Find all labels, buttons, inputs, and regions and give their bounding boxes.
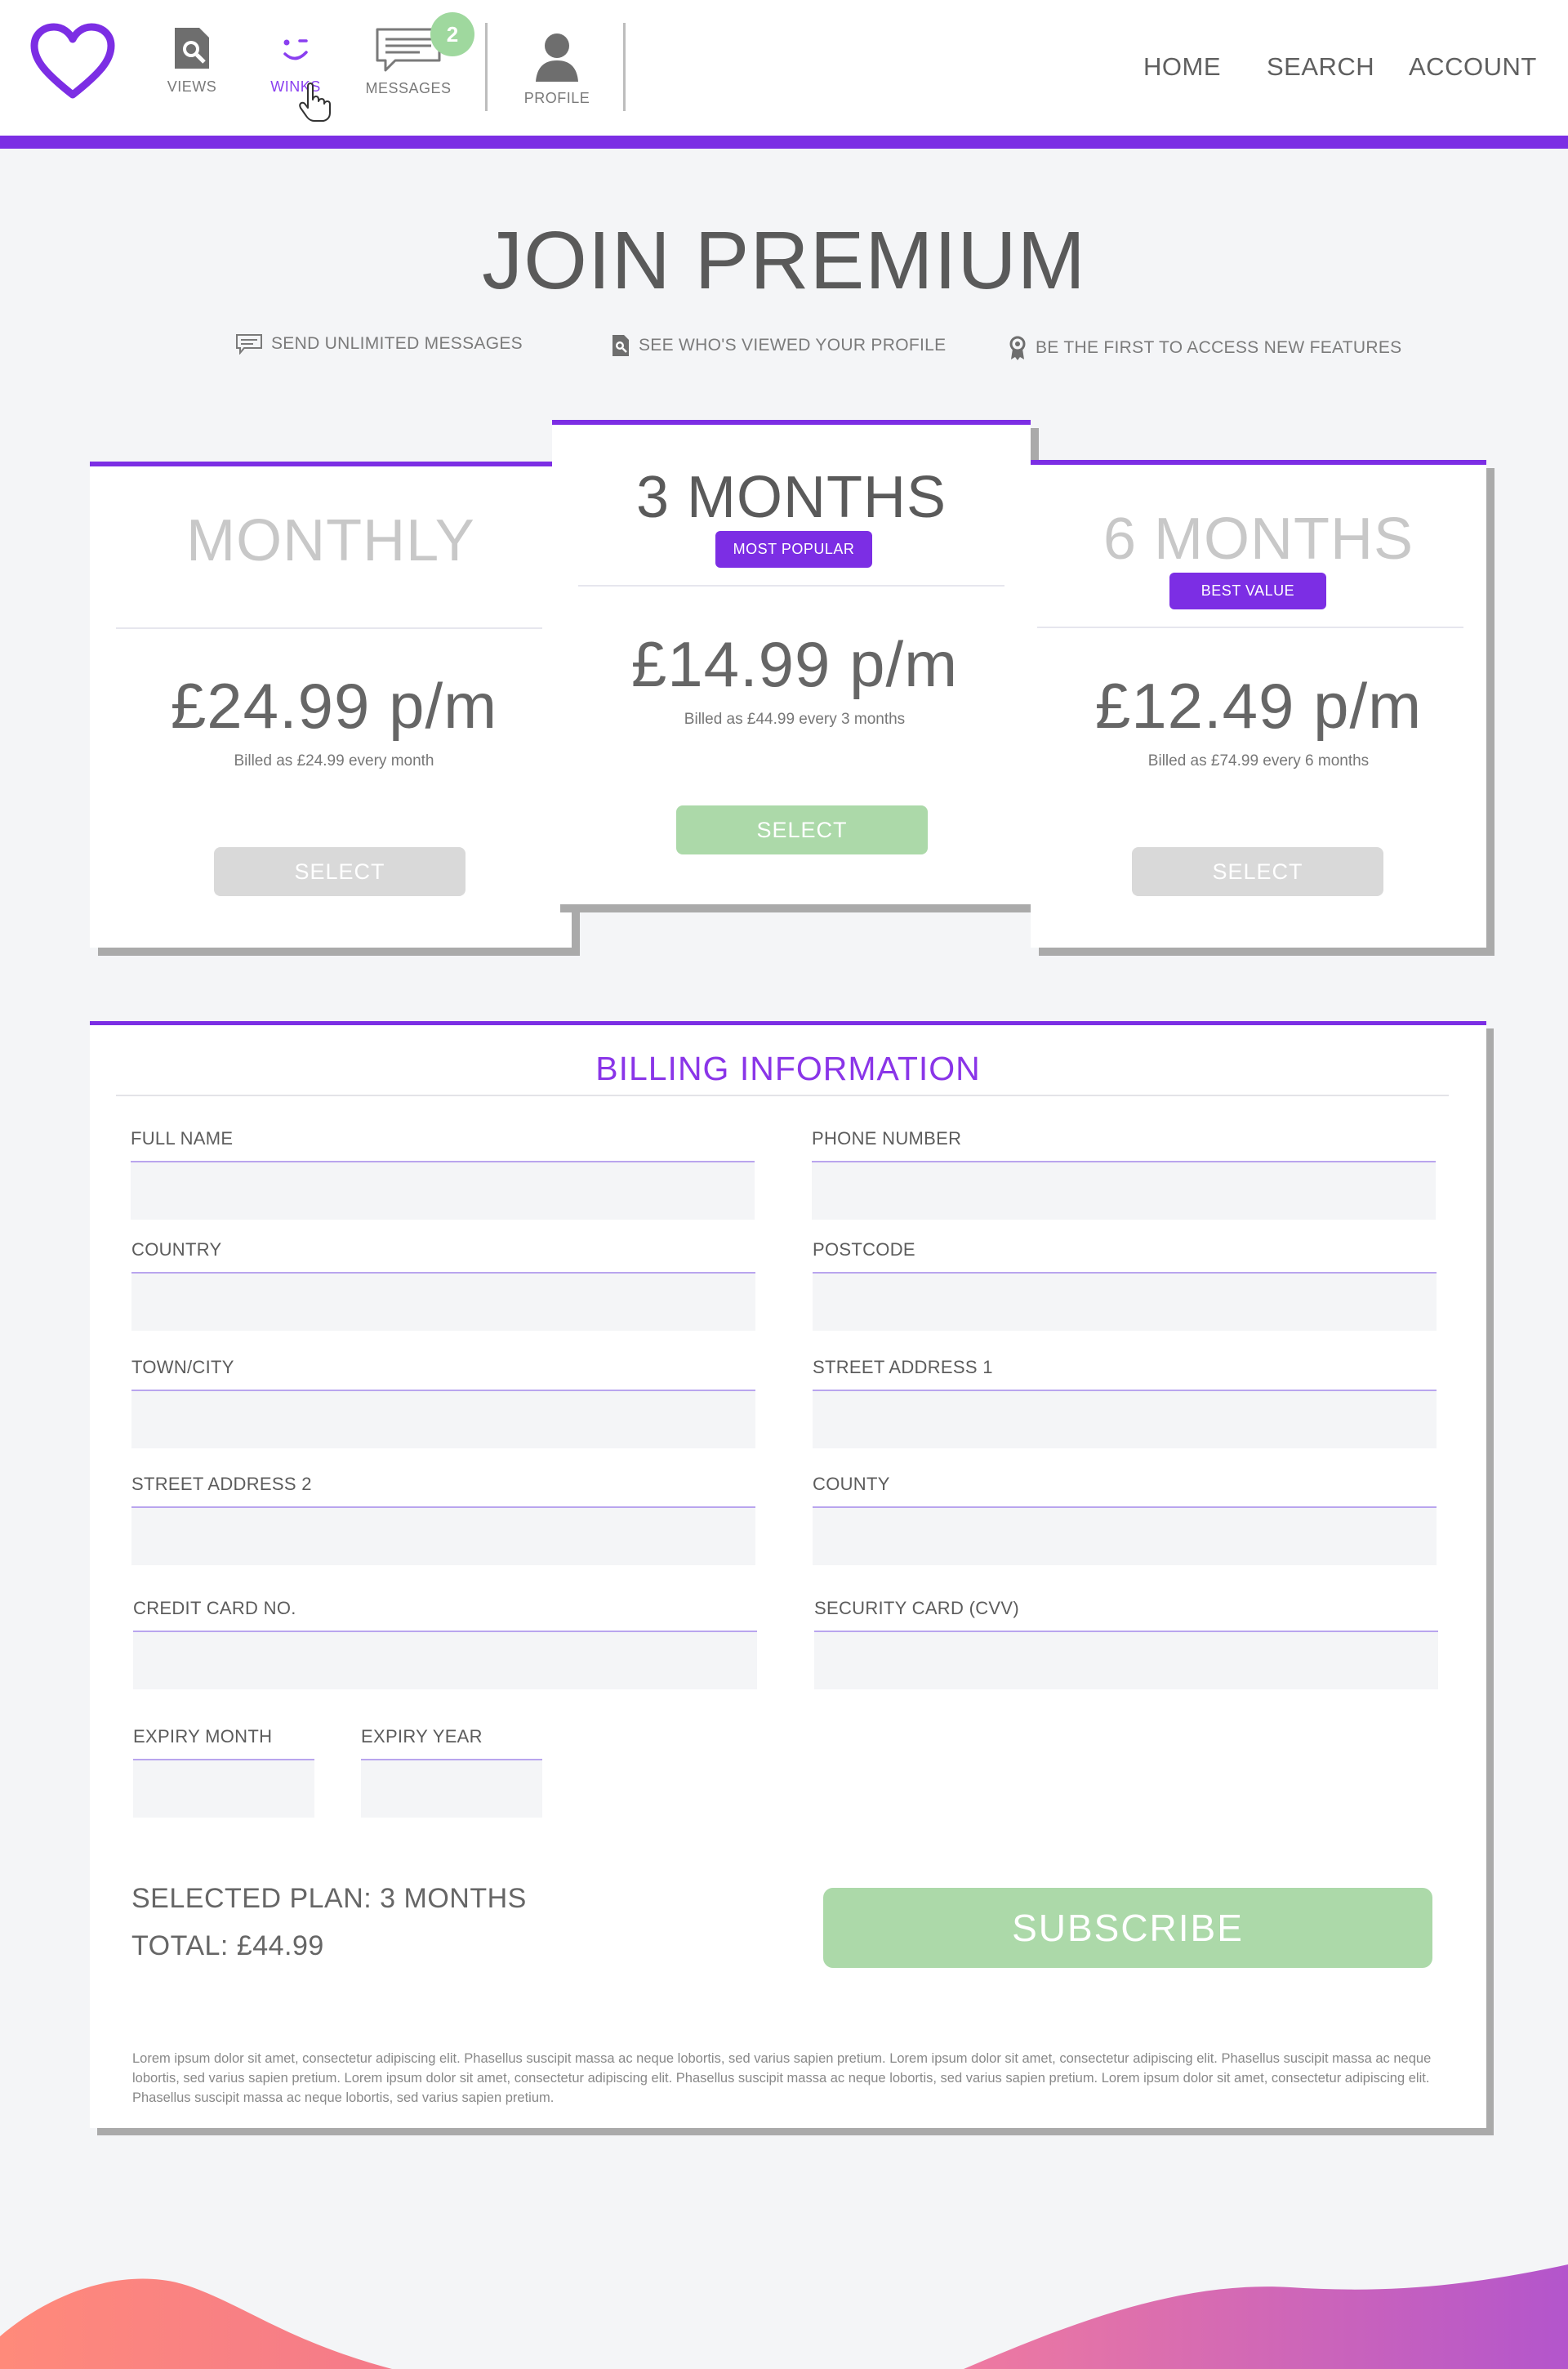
full-name-label: FULL NAME xyxy=(131,1128,234,1149)
plan-card-monthly[interactable]: MONTHLY £24.99 p/m Billed as £24.99 ever… xyxy=(90,462,572,948)
select-3-months-button[interactable]: SELECT xyxy=(676,805,928,854)
feature-profile-views: SEE WHO'S VIEWED YOUR PROFILE xyxy=(611,333,946,358)
phone-number-label: PHONE NUMBER xyxy=(812,1128,962,1149)
messages-count-badge: 2 xyxy=(430,12,474,56)
plan-price: £24.99 p/m xyxy=(170,670,498,742)
plan-price: £12.49 p/m xyxy=(1094,670,1423,742)
legal-disclaimer: Lorem ipsum dolor sit amet, consectetur … xyxy=(132,2051,1432,2105)
postcode-label: POSTCODE xyxy=(813,1239,915,1260)
select-6-months-button[interactable]: SELECT xyxy=(1132,847,1383,896)
plan-price: £14.99 p/m xyxy=(630,628,959,700)
feature-text: SEE WHO'S VIEWED YOUR PROFILE xyxy=(639,336,947,355)
cvv-field[interactable] xyxy=(814,1631,1438,1689)
billing-title: BILLING INFORMATION xyxy=(595,1050,981,1087)
order-total-text: TOTAL: £44.99 xyxy=(131,1930,324,1961)
street-address-1-label: STREET ADDRESS 1 xyxy=(813,1357,993,1377)
header-accent-bar xyxy=(0,136,1568,149)
card-divider xyxy=(578,585,1004,587)
magnify-document-icon xyxy=(612,335,629,356)
card-divider xyxy=(1037,627,1463,628)
street-address-2-field[interactable] xyxy=(131,1506,755,1565)
nav-divider xyxy=(485,23,488,111)
hand-cursor-icon xyxy=(299,83,331,122)
credit-card-label: CREDIT CARD NO. xyxy=(133,1598,296,1618)
plan-card-3-months[interactable]: 3 MONTHS MOST POPULAR £14.99 p/m Billed … xyxy=(552,420,1031,904)
nav-messages-label: MESSAGES xyxy=(365,80,452,96)
feature-text: SEND UNLIMITED MESSAGES xyxy=(271,334,523,353)
expiry-month-field[interactable] xyxy=(133,1759,314,1818)
nav-views[interactable]: VIEWS xyxy=(143,25,241,96)
card-divider xyxy=(116,627,542,629)
full-name-field[interactable] xyxy=(131,1161,755,1220)
selected-plan-text: SELECTED PLAN: 3 MONTHS xyxy=(131,1883,527,1914)
county-field[interactable] xyxy=(813,1506,1437,1565)
plan-name: 6 MONTHS xyxy=(1102,506,1414,572)
plan-name: 3 MONTHS xyxy=(635,465,947,530)
nav-views-label: VIEWS xyxy=(167,78,217,95)
heart-logo-icon[interactable] xyxy=(29,23,116,101)
phone-number-field[interactable] xyxy=(812,1161,1436,1220)
select-monthly-button[interactable]: SELECT xyxy=(214,847,466,896)
magnify-document-icon xyxy=(175,28,209,69)
plan-name: MONTHLY xyxy=(186,508,475,573)
nav-divider xyxy=(623,23,626,111)
feature-new-features: BE THE FIRST TO ACCESS NEW FEATURES xyxy=(1008,335,1401,361)
country-field[interactable] xyxy=(131,1272,755,1331)
nav-link-home[interactable]: HOME xyxy=(1143,52,1221,82)
billing-divider xyxy=(116,1095,1449,1096)
street-address-1-field[interactable] xyxy=(813,1390,1437,1448)
feature-unlimited-messages: SEND UNLIMITED MESSAGES xyxy=(235,333,523,355)
plan-billing-note: Billed as £44.99 every 3 months xyxy=(684,711,906,728)
page-title: JOIN PREMIUM xyxy=(482,215,1086,306)
expiry-month-label: EXPIRY MONTH xyxy=(133,1726,273,1747)
credit-card-field[interactable] xyxy=(133,1631,757,1689)
cvv-label: SECURITY CARD (CVV) xyxy=(814,1598,1019,1618)
expiry-year-field[interactable] xyxy=(361,1759,542,1818)
town-city-label: TOWN/CITY xyxy=(131,1357,234,1377)
decorative-waves xyxy=(0,2264,1568,2369)
plan-billing-note: Billed as £74.99 every 6 months xyxy=(1147,752,1370,770)
nav-profile[interactable]: PROFILE xyxy=(508,31,606,107)
chat-bubble-icon xyxy=(236,334,262,355)
country-label: COUNTRY xyxy=(131,1239,222,1260)
subscribe-button[interactable]: SUBSCRIBE xyxy=(823,1888,1432,1968)
nav-link-search[interactable]: SEARCH xyxy=(1267,52,1374,82)
plan-card-6-months[interactable]: 6 MONTHS BEST VALUE £12.49 p/m Billed as… xyxy=(1031,460,1486,948)
nav-link-account[interactable]: ACCOUNT xyxy=(1409,52,1537,82)
top-header: VIEWS WINKS MESSAGES 2 PROFILE HOME SEAR… xyxy=(0,0,1568,136)
award-ribbon-icon xyxy=(1009,336,1026,360)
feature-text: BE THE FIRST TO ACCESS NEW FEATURES xyxy=(1036,338,1402,357)
best-value-tag: BEST VALUE xyxy=(1169,573,1326,609)
plan-billing-note: Billed as £24.99 every month xyxy=(234,752,434,770)
county-label: COUNTY xyxy=(813,1474,890,1494)
person-icon xyxy=(536,33,578,82)
town-city-field[interactable] xyxy=(131,1390,755,1448)
postcode-field[interactable] xyxy=(813,1272,1437,1331)
expiry-year-label: EXPIRY YEAR xyxy=(361,1726,483,1747)
most-popular-tag: MOST POPULAR xyxy=(715,531,872,568)
billing-form-panel: BILLING INFORMATION FULL NAME PHONE NUMB… xyxy=(90,1021,1486,2128)
wink-face-icon xyxy=(283,39,308,60)
street-address-2-label: STREET ADDRESS 2 xyxy=(131,1474,312,1494)
nav-profile-label: PROFILE xyxy=(523,90,590,106)
